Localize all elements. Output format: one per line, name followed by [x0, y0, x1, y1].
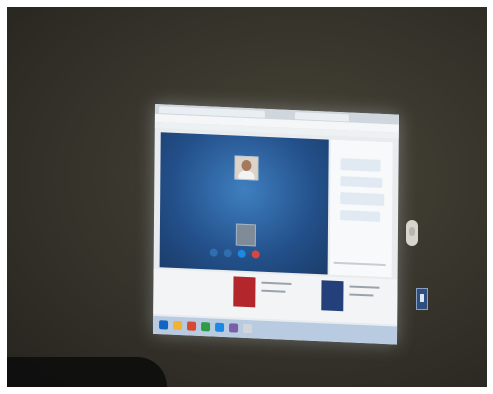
browser-tab[interactable]	[294, 112, 323, 121]
avatar-head	[241, 159, 252, 172]
start-icon[interactable]	[159, 320, 169, 330]
switch-toggle	[409, 227, 415, 236]
app-icon[interactable]	[243, 323, 253, 334]
video-icon[interactable]	[209, 248, 218, 257]
ad-text	[261, 289, 286, 293]
skype-icon[interactable]	[215, 322, 225, 333]
app-icon[interactable]	[201, 322, 211, 332]
wall-socket	[416, 288, 428, 310]
add-participant-icon[interactable]	[237, 249, 246, 258]
mic-icon[interactable]	[223, 249, 232, 258]
avatar-shirt	[238, 170, 255, 180]
chat-message	[340, 176, 383, 188]
chat-message	[340, 192, 385, 207]
socket-hole	[420, 294, 424, 302]
ads-strip	[153, 268, 398, 325]
ad-text	[261, 281, 292, 285]
floor-shadow	[7, 357, 167, 387]
browser-tab[interactable]	[236, 109, 265, 118]
wall	[7, 7, 487, 387]
video-call-panel	[159, 132, 329, 275]
caller-avatar	[234, 155, 259, 181]
browser-tab[interactable]	[210, 108, 239, 117]
ad-text	[349, 285, 380, 289]
app-icon[interactable]	[229, 323, 239, 333]
light-switch	[406, 220, 418, 246]
hangup-icon[interactable]	[251, 250, 260, 259]
chat-message	[340, 210, 381, 222]
browser-icon[interactable]	[187, 321, 197, 331]
browser-tab[interactable]	[158, 106, 187, 115]
browser-tab[interactable]	[320, 113, 349, 122]
ad-text	[349, 293, 374, 297]
browser-tab[interactable]	[184, 107, 213, 116]
photo-frame	[0, 0, 493, 394]
projected-screen	[152, 104, 399, 345]
self-view-video	[235, 223, 256, 247]
ad-image[interactable]	[233, 276, 256, 308]
chat-input[interactable]	[333, 261, 386, 267]
folder-icon[interactable]	[173, 320, 183, 331]
ad-image[interactable]	[321, 280, 344, 312]
chat-message	[340, 158, 381, 172]
chat-panel	[329, 139, 393, 278]
